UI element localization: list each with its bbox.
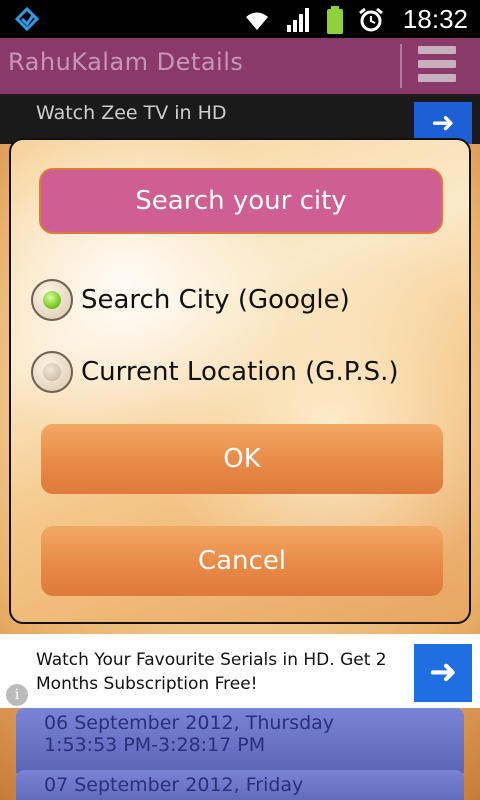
radio-label-google: Search City (Google) <box>81 285 350 315</box>
ad-banner-bottom[interactable]: i Watch Your Favourite Serials in HD. Ge… <box>0 634 480 708</box>
list-item[interactable]: 07 September 2012, Friday <box>16 770 464 800</box>
radio-label-gps: Current Location (G.P.S.) <box>81 357 399 387</box>
status-time: 18:32 <box>402 4 468 34</box>
arrow-right-icon[interactable]: ➜ <box>414 644 472 702</box>
wifi-icon <box>246 12 268 30</box>
list-item-date: 06 September 2012, Thursday <box>44 712 335 734</box>
app-notification-icon <box>14 6 40 32</box>
menu-icon[interactable] <box>418 46 456 86</box>
cancel-button[interactable]: Cancel <box>41 526 443 596</box>
alarm-icon <box>359 7 383 32</box>
page-title: RahuKalam Details <box>8 48 244 76</box>
location-dialog: Search your city Search City (Google) Cu… <box>9 138 471 624</box>
radio-current-location-gps[interactable]: Current Location (G.P.S.) <box>31 350 399 394</box>
action-bar-divider <box>400 44 402 88</box>
battery-icon <box>327 6 343 34</box>
radio-button-selected[interactable] <box>31 279 73 321</box>
status-bar: 18:32 <box>0 0 480 38</box>
signal-icon <box>287 8 309 32</box>
list-item-time: 1:53:53 PM-3:28:17 PM <box>44 734 266 756</box>
ad-bottom-text: Watch Your Favourite Serials in HD. Get … <box>36 650 387 694</box>
ad-top-text: Watch Zee TV in HD <box>36 102 227 124</box>
info-icon[interactable]: i <box>6 684 28 706</box>
list-item[interactable]: 06 September 2012, Thursday 1:53:53 PM-3… <box>16 708 464 778</box>
list-item-date: 07 September 2012, Friday <box>44 774 304 796</box>
search-city-button[interactable]: Search your city <box>39 168 443 234</box>
action-bar: RahuKalam Details <box>0 38 480 94</box>
ad-banner-top[interactable]: Watch Zee TV in HD ➜ <box>0 94 480 144</box>
ok-button[interactable]: OK <box>41 424 443 494</box>
radio-search-city-google[interactable]: Search City (Google) <box>31 278 350 322</box>
radio-button-unselected[interactable] <box>31 351 73 393</box>
